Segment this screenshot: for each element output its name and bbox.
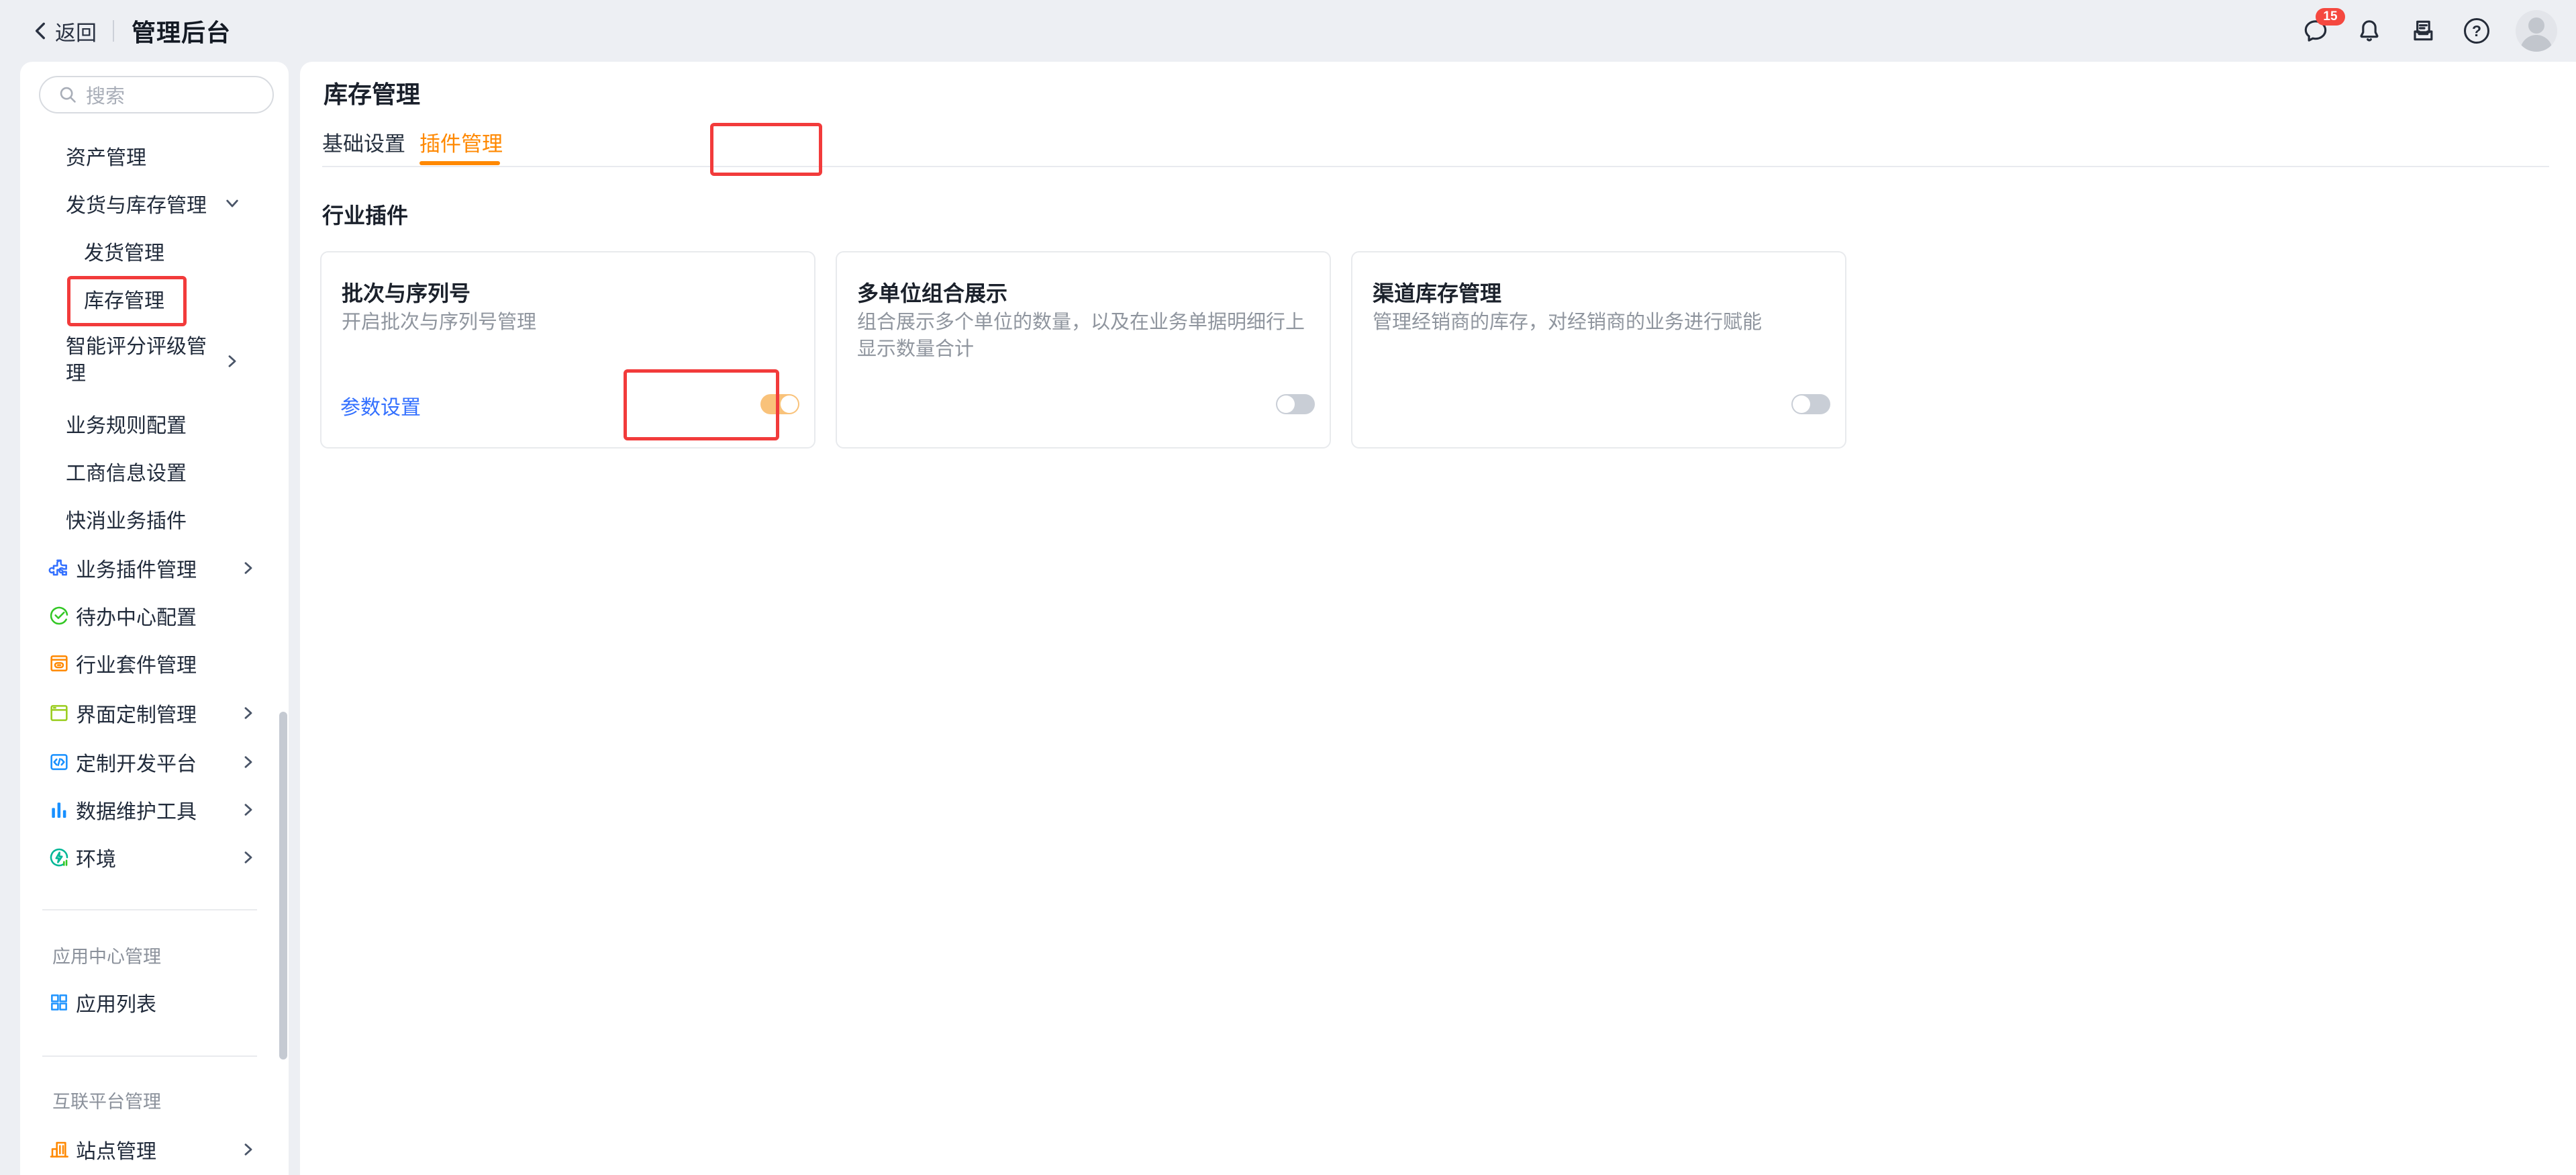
toggle-knob bbox=[1277, 395, 1295, 413]
sidebar-item-todo-center-config[interactable]: 待办中心配置 bbox=[76, 592, 197, 640]
sidebar-item-smart-scoring-rating[interactable]: 智能评分评级管理 bbox=[66, 334, 217, 387]
sidebar-item-fmcg-business-plugin[interactable]: 快消业务插件 bbox=[66, 495, 187, 543]
sidebar-item-data-maintenance-tools[interactable]: 数据维护工具 bbox=[76, 786, 197, 834]
link-window-icon bbox=[48, 653, 70, 674]
sidebar-item-environment[interactable]: 环境 bbox=[76, 833, 116, 882]
plugin-card-batch-serial: 批次与序列号 开启批次与序列号管理 参数设置 bbox=[320, 251, 815, 449]
sidebar-item-business-rules-config[interactable]: 业务规则配置 bbox=[66, 399, 187, 448]
sidebar-item-custom-dev-platform[interactable]: 定制开发平台 bbox=[76, 738, 197, 786]
app-title: 管理后台 bbox=[132, 13, 231, 48]
top-bar: 返回 管理后台 15 ? bbox=[0, 0, 2576, 62]
sidebar-item-ui-customization-management[interactable]: 界面定制管理 bbox=[76, 689, 197, 737]
puzzle-icon bbox=[48, 557, 70, 579]
sidebar-item-app-list[interactable]: 应用列表 bbox=[76, 978, 156, 1027]
sidebar-section-app-center: 应用中心管理 bbox=[52, 941, 161, 968]
sidebar-item-site-management[interactable]: 站点管理 bbox=[76, 1125, 156, 1174]
topbar-divider bbox=[113, 20, 114, 42]
avatar[interactable] bbox=[2516, 10, 2557, 52]
sidebar-item-shipping-inventory-management[interactable]: 发货与库存管理 bbox=[66, 179, 207, 228]
main-panel: 库存管理 基础设置 插件管理 行业插件 批次与序列号 开启批次与序列号管理 参数… bbox=[300, 62, 2576, 1175]
chevron-right-icon[interactable] bbox=[240, 704, 257, 722]
sidebar-item-shipping-management[interactable]: 发货管理 bbox=[84, 227, 164, 275]
plugin-card-channel-inventory: 渠道库存管理 管理经销商的库存，对经销商的业务进行赋能 bbox=[1351, 251, 1846, 449]
sidebar: 搜索 资产管理 发货与库存管理 发货管理 库存管理 智能评分评级管理 业务规则配… bbox=[20, 62, 289, 1175]
notification-badge: 15 bbox=[2316, 8, 2345, 26]
sidebar-item-business-registration-settings[interactable]: 工商信息设置 bbox=[66, 447, 187, 496]
back-chevron-icon[interactable] bbox=[30, 19, 52, 42]
section-title-industry-plugins: 行业插件 bbox=[322, 199, 408, 230]
plugin-card-multi-unit-display: 多单位组合展示 组合展示多个单位的数量，以及在业务单据明细行上显示数量合计 bbox=[836, 251, 1331, 449]
toggle-knob bbox=[781, 395, 798, 413]
chevron-right-icon[interactable] bbox=[240, 849, 257, 866]
help-icon[interactable]: ? bbox=[2462, 16, 2491, 46]
chat-bubble-icon[interactable]: 15 bbox=[2301, 16, 2330, 46]
page: 返回 管理后台 15 ? 搜索 bbox=[0, 0, 2576, 1175]
tabs-divider bbox=[322, 166, 2549, 167]
toggle-batch-serial[interactable] bbox=[760, 394, 799, 414]
active-tab-underline bbox=[419, 161, 500, 165]
tab-basic-settings[interactable]: 基础设置 bbox=[322, 126, 405, 157]
page-title: 库存管理 bbox=[324, 75, 420, 110]
sidebar-divider bbox=[42, 1055, 257, 1057]
buildings-icon bbox=[48, 1139, 70, 1160]
search-icon bbox=[58, 85, 78, 105]
search-input[interactable]: 搜索 bbox=[39, 76, 274, 113]
sidebar-scrollbar[interactable] bbox=[279, 712, 287, 1060]
chevron-right-icon[interactable] bbox=[240, 801, 257, 818]
search-placeholder: 搜索 bbox=[86, 81, 125, 109]
sidebar-item-inventory-management[interactable]: 库存管理 bbox=[84, 275, 164, 323]
chevron-down-icon[interactable] bbox=[224, 195, 241, 212]
toggle-knob bbox=[1793, 395, 1810, 413]
card-description: 管理经销商的库存，对经销商的业务进行赋能 bbox=[1373, 309, 1829, 336]
sidebar-divider bbox=[42, 909, 257, 910]
environment-bolt-icon bbox=[48, 847, 70, 868]
sidebar-item-assets-management[interactable]: 资产管理 bbox=[66, 132, 146, 180]
code-window-icon bbox=[48, 751, 70, 773]
browser-window-icon bbox=[48, 702, 70, 724]
back-button[interactable]: 返回 bbox=[55, 16, 97, 46]
inbox-icon[interactable] bbox=[2408, 16, 2438, 46]
sidebar-item-industry-suite-management[interactable]: 行业套件管理 bbox=[76, 639, 197, 688]
chevron-right-icon[interactable] bbox=[240, 1141, 257, 1158]
bell-icon[interactable] bbox=[2355, 16, 2384, 46]
card-title: 批次与序列号 bbox=[342, 277, 470, 308]
parameter-settings-link[interactable]: 参数设置 bbox=[340, 391, 421, 420]
bar-chart-icon bbox=[48, 799, 70, 820]
toggle-channel-inventory[interactable] bbox=[1791, 394, 1830, 414]
card-description: 组合展示多个单位的数量，以及在业务单据明细行上显示数量合计 bbox=[857, 309, 1314, 363]
toggle-multi-unit-display[interactable] bbox=[1276, 394, 1315, 414]
check-circle-icon bbox=[48, 605, 70, 626]
card-description: 开启批次与序列号管理 bbox=[342, 309, 798, 336]
chevron-right-icon[interactable] bbox=[240, 753, 257, 771]
app-grid-icon bbox=[48, 992, 70, 1013]
sidebar-item-business-plugin-management[interactable]: 业务插件管理 bbox=[76, 544, 197, 592]
card-title: 渠道库存管理 bbox=[1373, 277, 1501, 308]
tab-plugin-management[interactable]: 插件管理 bbox=[419, 126, 503, 157]
sidebar-section-connect-platform: 互联平台管理 bbox=[52, 1086, 161, 1113]
card-title: 多单位组合展示 bbox=[857, 277, 1007, 308]
chevron-right-icon[interactable] bbox=[224, 352, 241, 370]
chevron-right-icon[interactable] bbox=[240, 559, 257, 577]
